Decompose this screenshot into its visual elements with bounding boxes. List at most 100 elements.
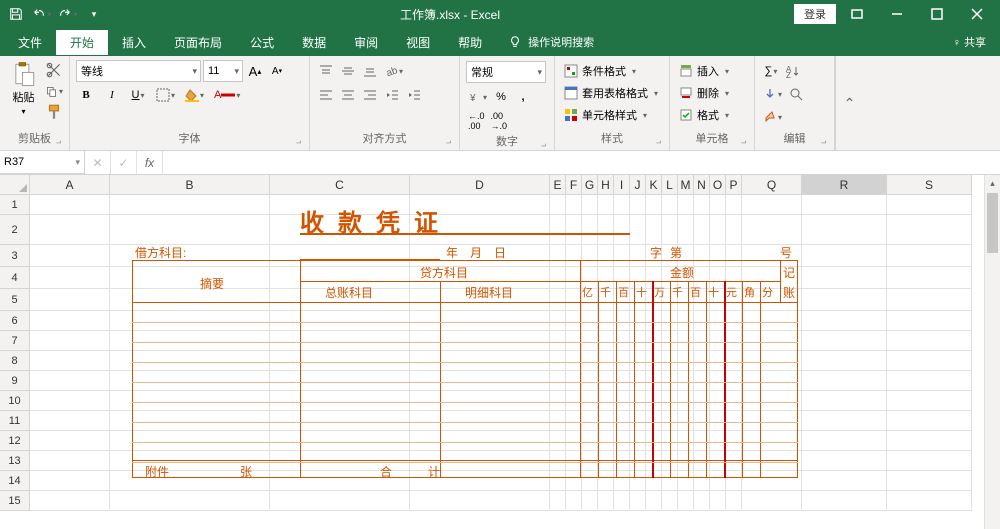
cell[interactable] (630, 491, 646, 511)
table-format-button[interactable]: 套用表格格式 (561, 83, 661, 103)
cell[interactable] (30, 371, 110, 391)
cell[interactable] (566, 491, 582, 511)
cell[interactable] (887, 289, 972, 311)
formula-input[interactable] (163, 151, 1000, 174)
percent-button[interactable]: % (491, 87, 511, 107)
cell[interactable] (582, 195, 598, 215)
cell[interactable] (598, 215, 614, 245)
vertical-scrollbar[interactable]: ▴ (984, 175, 1000, 529)
cell[interactable] (646, 491, 662, 511)
cell[interactable] (410, 195, 550, 215)
share-button[interactable]: ♀ 共享 (953, 34, 986, 50)
cell[interactable] (614, 215, 630, 245)
cell[interactable] (630, 215, 646, 245)
cell[interactable] (726, 491, 742, 511)
number-format-select[interactable]: 常规 (466, 61, 546, 83)
cell[interactable] (30, 471, 110, 491)
col-header-D[interactable]: D (410, 175, 550, 195)
cell[interactable] (802, 471, 887, 491)
row-header-13[interactable]: 13 (0, 451, 30, 471)
align-bottom-button[interactable] (360, 61, 380, 81)
cell[interactable] (887, 431, 972, 451)
tab-data[interactable]: 数据 (288, 30, 340, 55)
cell[interactable] (30, 289, 110, 311)
cell[interactable] (410, 215, 550, 245)
col-header-A[interactable]: A (30, 175, 110, 195)
col-header-M[interactable]: M (678, 175, 694, 195)
autosum-button[interactable]: ∑ (761, 61, 781, 81)
row-header-6[interactable]: 6 (0, 311, 30, 331)
col-header-Q[interactable]: Q (742, 175, 802, 195)
cell[interactable] (887, 351, 972, 371)
ribbon-display-options[interactable] (838, 2, 876, 26)
cell[interactable] (662, 491, 678, 511)
cell[interactable] (887, 215, 972, 245)
tell-me-search[interactable]: 操作说明搜索 (508, 34, 594, 50)
italic-button[interactable]: I (102, 85, 122, 105)
align-top-button[interactable] (316, 61, 336, 81)
row-header-14[interactable]: 14 (0, 471, 30, 491)
cell[interactable] (270, 195, 410, 215)
row-header-3[interactable]: 3 (0, 245, 30, 267)
cell[interactable] (270, 491, 410, 511)
row-header-5[interactable]: 5 (0, 289, 30, 311)
col-header-B[interactable]: B (110, 175, 270, 195)
cell[interactable] (30, 451, 110, 471)
cell[interactable] (802, 411, 887, 431)
cell[interactable] (694, 491, 710, 511)
cell[interactable] (887, 491, 972, 511)
cell[interactable] (726, 195, 742, 215)
cell[interactable] (110, 491, 270, 511)
cell[interactable] (742, 195, 802, 215)
cell[interactable] (887, 267, 972, 289)
fill-color-button[interactable] (183, 85, 206, 105)
row-header-1[interactable]: 1 (0, 195, 30, 215)
row-header-12[interactable]: 12 (0, 431, 30, 451)
bold-button[interactable]: B (76, 85, 96, 105)
col-header-L[interactable]: L (662, 175, 678, 195)
tab-formula[interactable]: 公式 (236, 30, 288, 55)
cell[interactable] (30, 311, 110, 331)
row-header-9[interactable]: 9 (0, 371, 30, 391)
col-header-S[interactable]: S (887, 175, 972, 195)
col-header-N[interactable]: N (694, 175, 710, 195)
cell[interactable] (887, 245, 972, 267)
cell[interactable] (802, 245, 887, 267)
cell[interactable] (30, 391, 110, 411)
undo-button[interactable] (30, 3, 54, 25)
cell[interactable] (802, 215, 887, 245)
cell[interactable] (582, 491, 598, 511)
cell[interactable] (30, 411, 110, 431)
tab-help[interactable]: 帮助 (444, 30, 496, 55)
copy-button[interactable] (45, 82, 63, 100)
cell[interactable] (662, 195, 678, 215)
cell[interactable] (887, 311, 972, 331)
col-header-R[interactable]: R (802, 175, 887, 195)
cell[interactable] (802, 391, 887, 411)
sort-filter-button[interactable]: AZ (783, 61, 803, 81)
cell[interactable] (662, 215, 678, 245)
cell[interactable] (802, 331, 887, 351)
cell[interactable] (710, 195, 726, 215)
cell[interactable] (30, 245, 110, 267)
decrease-font-button[interactable]: A▾ (267, 61, 287, 81)
cell[interactable] (887, 391, 972, 411)
redo-button[interactable] (56, 3, 80, 25)
align-left-button[interactable] (316, 85, 336, 105)
cell[interactable] (110, 195, 270, 215)
qat-customize[interactable]: ▾ (82, 3, 106, 25)
cell[interactable] (630, 195, 646, 215)
cell[interactable] (566, 195, 582, 215)
increase-font-button[interactable]: A▴ (245, 61, 265, 81)
minimize-button[interactable] (878, 2, 916, 26)
cell[interactable] (887, 331, 972, 351)
col-header-F[interactable]: F (566, 175, 582, 195)
cell[interactable] (30, 215, 110, 245)
cell[interactable] (30, 491, 110, 511)
cell[interactable] (598, 195, 614, 215)
cell[interactable] (802, 311, 887, 331)
align-right-button[interactable] (360, 85, 380, 105)
col-header-O[interactable]: O (710, 175, 726, 195)
align-middle-button[interactable] (338, 61, 358, 81)
cell[interactable] (802, 371, 887, 391)
